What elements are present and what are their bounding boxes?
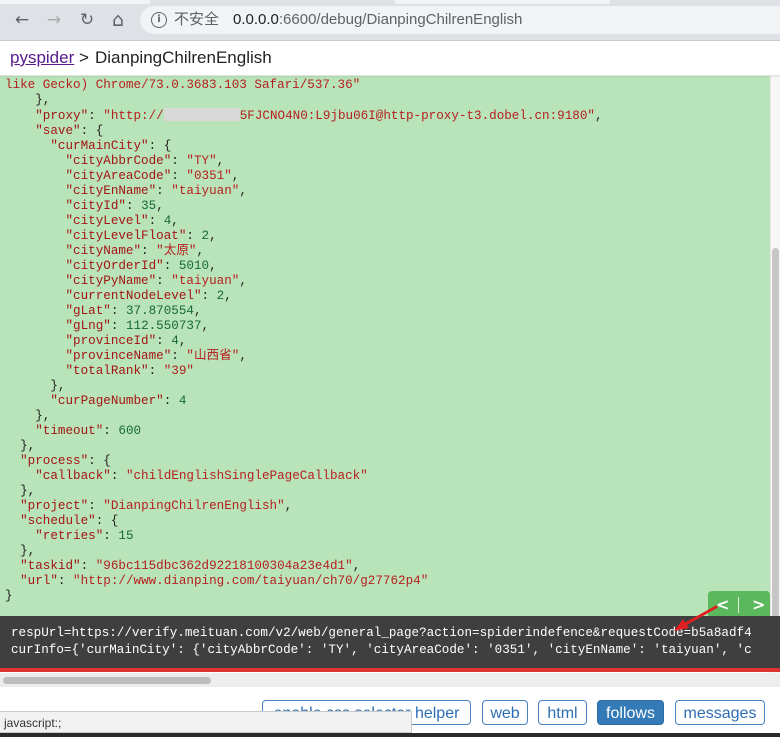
value-provinceId: 4 (171, 334, 179, 348)
vertical-scrollbar-thumb[interactable] (772, 248, 779, 620)
value-curPageNumber: 4 (178, 394, 187, 408)
value-cityPyName: "taiyuan" (171, 274, 240, 288)
value-currentNodeLevel: 2 (216, 289, 225, 303)
tab-web[interactable]: web (482, 700, 528, 725)
redacted-block (163, 108, 240, 121)
url-text[interactable]: 0.0.0.0:6600/debug/DianpingChilrenEnglis… (233, 11, 522, 29)
value-totalRank: "39" (163, 364, 194, 378)
value-url: "http://www.dianping.com/taiyuan/ch70/g2… (73, 574, 429, 588)
response-line: respUrl=https://verify.meituan.com/v2/we… (11, 626, 752, 640)
back-icon[interactable]: ← (11, 9, 33, 31)
value-timeout: 600 (118, 424, 142, 438)
address-bar[interactable]: i 不安全 0.0.0.0:6600/debug/DianpingChilren… (140, 6, 780, 34)
url-path: :6600/debug/DianpingChilrenEnglish (278, 11, 523, 28)
url-host: 0.0.0.0 (233, 11, 279, 28)
prev-page-button[interactable]: < (716, 595, 729, 614)
value-provinceName: "山西省" (186, 349, 240, 363)
tab-strip-edge (395, 0, 610, 4)
response-text: respUrl=https://verify.meituan.com/v2/we… (11, 625, 752, 659)
value-retries: 15 (118, 529, 134, 543)
tab-html[interactable]: html (538, 700, 587, 725)
insecure-label: 不安全 (174, 11, 220, 28)
value-callback: "childEnglishSinglePageCallback" (125, 469, 368, 483)
proxy-prefix: "http:// (103, 109, 164, 123)
value-cityAreaCode: "0351" (186, 169, 232, 183)
annotation-arrow-icon (674, 605, 718, 631)
error-divider (0, 668, 780, 672)
value-project: "DianpingChilrenEnglish" (103, 499, 285, 513)
breadcrumb: pyspider > DianpingChilrenEnglish (0, 41, 780, 76)
value-cityName: "太原" (156, 244, 197, 258)
breadcrumb-separator: > (79, 48, 89, 67)
value-cityLevelFloat: 2 (201, 229, 210, 243)
tab-strip-edge (0, 0, 150, 4)
forward-icon[interactable]: → (43, 9, 65, 31)
project-name: DianpingChilrenEnglish (95, 48, 272, 67)
info-icon[interactable]: i (151, 12, 167, 28)
reload-icon[interactable]: ↻ (76, 9, 98, 31)
tab-messages[interactable]: messages (675, 700, 765, 725)
next-page-button[interactable]: > (752, 595, 765, 614)
home-icon[interactable]: ⌂ (107, 9, 129, 31)
pager-divider (738, 597, 739, 613)
value-gLat: 37.870554 (125, 304, 194, 318)
response-line: curInfo={'curMainCity': {'cityAbbrCode':… (11, 643, 752, 657)
value-gLng: 112.550737 (125, 319, 202, 333)
proxy-suffix: 5FJCNO4N0:L9jbu06I@http-proxy-t3.dobel.c… (239, 109, 595, 123)
value-cityLevel: 4 (163, 214, 172, 228)
pyspider-home-link[interactable]: pyspider (10, 48, 74, 68)
value-cityAbbrCode: "TY" (186, 154, 217, 168)
value-taskid: "96bc115dbc362d92218100304a23e4d1" (95, 559, 353, 573)
response-log: respUrl=https://verify.meituan.com/v2/we… (0, 616, 780, 668)
browser-toolbar: ← → ↻ ⌂ i 不安全 0.0.0.0:6600/debug/Dianpin… (0, 0, 780, 41)
value-cityOrderId: 5010 (178, 259, 210, 273)
window-bottom-edge (0, 733, 780, 737)
horizontal-scrollbar-thumb[interactable] (3, 677, 211, 684)
task-json-panel: like Gecko) Chrome/73.0.3683.103 Safari/… (0, 75, 770, 616)
value-cityEnName: "taiyuan" (171, 184, 240, 198)
status-bar: javascript:; (0, 711, 412, 733)
value-cityId: 35 (141, 199, 157, 213)
ua-tail: like Gecko) Chrome/73.0.3683.103 Safari/… (5, 78, 361, 92)
task-json: like Gecko) Chrome/73.0.3683.103 Safari/… (5, 78, 603, 603)
tab-follows[interactable]: follows (597, 700, 664, 725)
